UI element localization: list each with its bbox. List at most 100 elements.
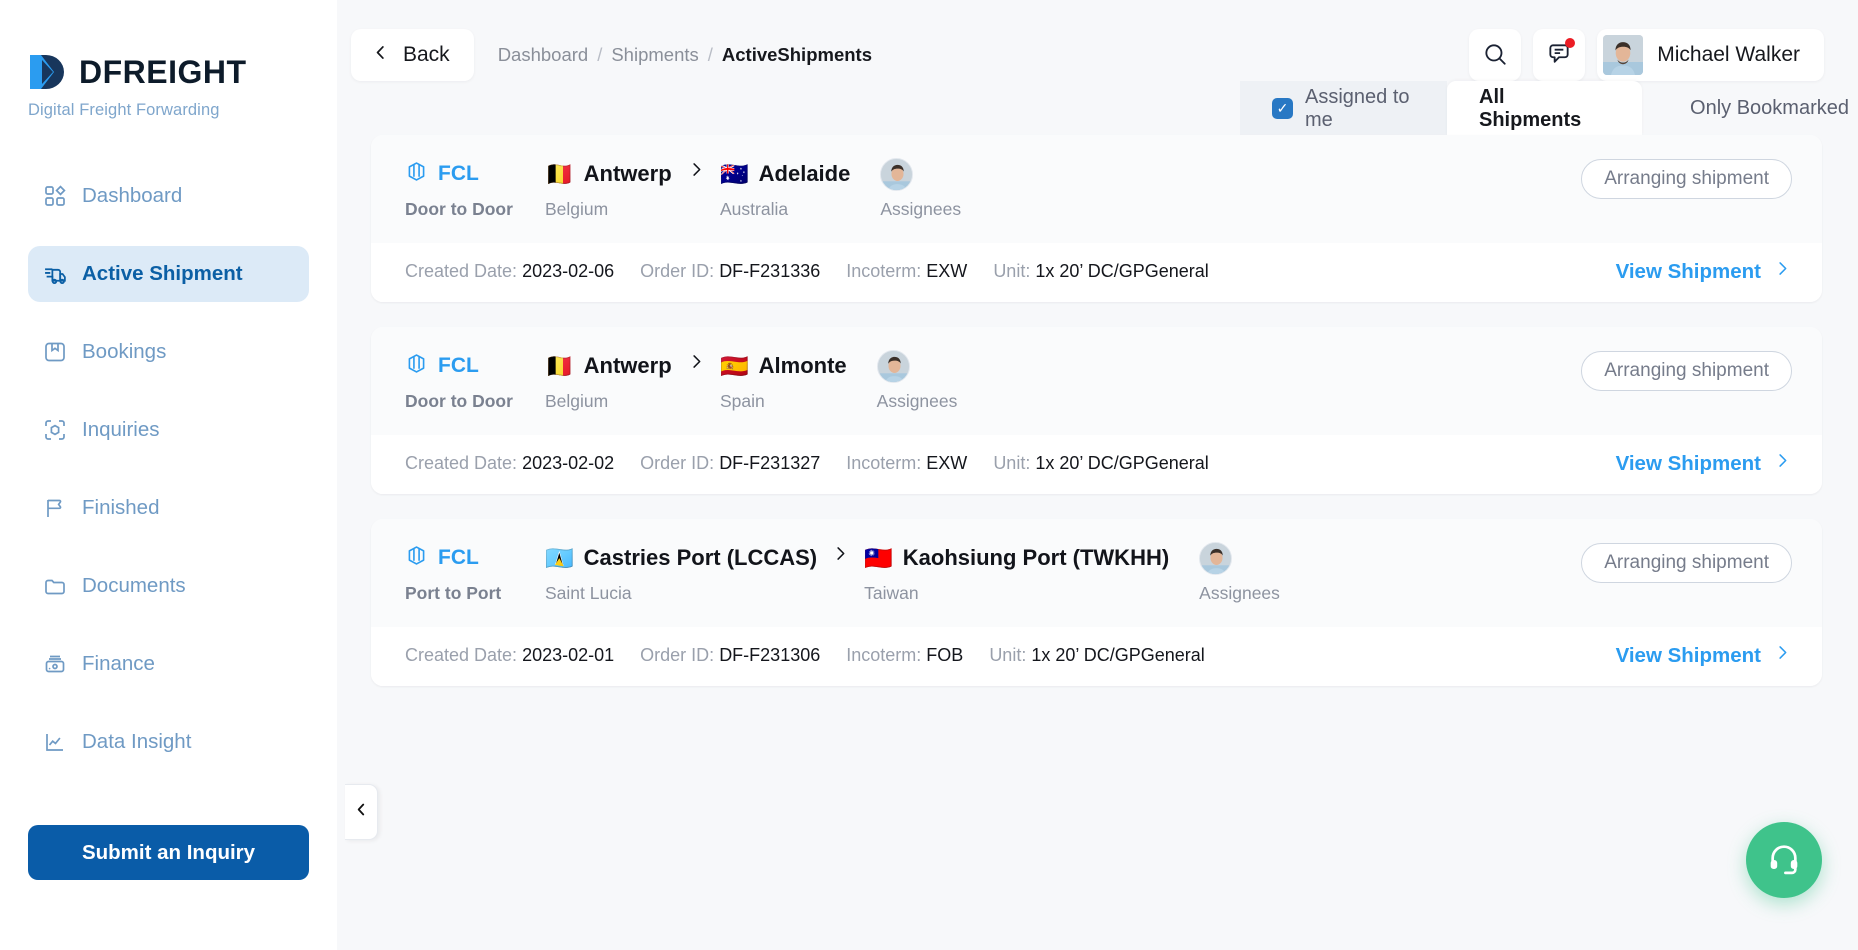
order-id-label: Order ID: [640, 645, 715, 665]
destination-city: Adelaide [758, 161, 851, 186]
shipment-mode-label: FCL [438, 546, 479, 569]
flag-icon [42, 495, 68, 521]
support-chat-button[interactable] [1746, 822, 1822, 898]
breadcrumb-item-shipments[interactable]: Shipments [611, 44, 698, 66]
order-id-value: DF-F231327 [719, 453, 821, 473]
origin-flag-icon: 🇧🇪 [545, 160, 574, 187]
shipment-destination: 🇹🇼 Kaohsiung Port (TWKHH) Taiwan [864, 543, 1169, 604]
tab-only-bookmarked[interactable]: Only Bookmarked [1642, 81, 1858, 136]
sidebar-item-inquiries[interactable]: Inquiries [28, 402, 309, 458]
unit-label: Unit: [993, 261, 1031, 281]
shipment-route: 🇱🇨 Castries Port (LCCAS) Saint Lucia 🇹🇼 … [545, 543, 1169, 604]
destination-country: Australia [720, 199, 789, 219]
incoterm-meta: Incoterm: EXW [846, 261, 967, 282]
shipment-card[interactable]: FCL Port to Port 🇱🇨 Castries Port (LCCAS… [371, 519, 1822, 686]
view-shipment-link[interactable]: View Shipment [1616, 643, 1792, 668]
shipment-service-type: Door to Door [405, 391, 513, 411]
sidebar-item-dashboard[interactable]: Dashboard [28, 168, 309, 224]
origin-flag-icon: 🇱🇨 [545, 544, 574, 571]
container-cube-icon [405, 352, 428, 380]
breadcrumb-item-dashboard[interactable]: Dashboard [498, 44, 589, 66]
shipment-summary: FCL Door to Door 🇧🇪 Antwerp Belgium [371, 135, 1822, 243]
truck-icon [42, 261, 68, 287]
shipment-mode: FCL Port to Port [405, 543, 545, 604]
cube-scan-icon [42, 417, 68, 443]
filter-assigned-to-me[interactable]: ✓ Assigned to me [1240, 81, 1447, 136]
main-content: Back Dashboard / Shipments / ActiveShipm… [337, 0, 1858, 950]
created-date-label: Created Date: [405, 645, 518, 665]
shipment-assignees[interactable]: Assignees [876, 349, 957, 412]
destination-city: Kaohsiung Port (TWKHH) [902, 545, 1170, 570]
view-shipment-label: View Shipment [1615, 259, 1761, 283]
shipment-card[interactable]: FCL Door to Door 🇧🇪 Antwerp Belgium [371, 135, 1822, 302]
sidebar-item-active-shipment[interactable]: Active Shipment [28, 246, 309, 302]
created-date-value: 2023-02-06 [522, 261, 615, 281]
origin-flag-icon: 🇧🇪 [545, 352, 574, 379]
assignees-label: Assignees [1199, 583, 1280, 603]
search-button[interactable] [1469, 29, 1522, 81]
sidebar-item-finished[interactable]: Finished [28, 480, 309, 536]
shipment-list: FCL Door to Door 🇧🇪 Antwerp Belgium 🇦🇺 A… [337, 135, 1858, 950]
unread-indicator-badge [1565, 38, 1576, 48]
user-menu[interactable]: Michael Walker [1597, 29, 1824, 81]
shipment-service-type: Port to Port [405, 583, 502, 603]
shipment-service-type: Door to Door [405, 199, 513, 219]
tab-all-shipments[interactable]: All Shipments [1447, 81, 1642, 136]
shipment-card[interactable]: FCL Door to Door 🇧🇪 Antwerp Belgium [371, 327, 1822, 494]
search-icon [1482, 41, 1508, 70]
shipment-route: 🇧🇪 Antwerp Belgium 🇪🇸 Almonte Spain [545, 351, 847, 412]
brand-logo[interactable]: DFREIGHT [28, 0, 309, 92]
folder-icon [42, 573, 68, 599]
line-chart-icon [42, 729, 68, 755]
messages-button[interactable] [1533, 29, 1586, 81]
destination-country: Taiwan [864, 583, 919, 603]
order-id-meta: Order ID: DF-F231336 [640, 261, 820, 282]
assignees-label: Assignees [880, 199, 962, 219]
dfreight-chevron-logo-icon [28, 52, 68, 92]
created-date-label: Created Date: [405, 453, 518, 473]
incoterm-meta: Incoterm: EXW [846, 453, 967, 474]
user-name: Michael Walker [1657, 43, 1800, 66]
unit-value: 1x 20’ DC/GPGeneral [1035, 453, 1209, 473]
breadcrumb-separator: / [597, 44, 603, 65]
headset-icon [1767, 841, 1801, 880]
unit-meta: Unit: 1x 20’ DC/GPGeneral [989, 645, 1204, 666]
view-shipment-link[interactable]: View Shipment [1616, 259, 1792, 284]
sidebar-nav: Dashboard Active Shipment Bookings Inqui… [28, 168, 309, 770]
back-button[interactable]: Back [351, 29, 474, 81]
brand-tagline: Digital Freight Forwarding [28, 101, 220, 119]
shipment-assignees[interactable]: Assignees [1199, 541, 1280, 604]
submit-inquiry-button[interactable]: Submit an Inquiry [28, 825, 309, 880]
breadcrumb-item-active-shipments: ActiveShipments [721, 44, 872, 65]
order-id-meta: Order ID: DF-F231327 [640, 453, 820, 474]
container-cube-icon [405, 544, 428, 572]
breadcrumb-separator: / [707, 44, 713, 65]
sidebar-item-bookings[interactable]: Bookings [28, 324, 309, 380]
sidebar-item-label: Active Shipment [82, 262, 243, 285]
shipment-assignees[interactable]: Assignees [880, 157, 962, 220]
unit-value: 1x 20’ DC/GPGeneral [1031, 645, 1205, 665]
shipment-origin: 🇧🇪 Antwerp Belgium [545, 351, 673, 412]
sidebar-collapse-button[interactable] [345, 784, 378, 840]
sidebar-item-finance[interactable]: Finance [28, 636, 309, 692]
sidebar-item-label: Finished [82, 496, 160, 519]
shipment-filter-tabs: ✓ Assigned to me All Shipments Only Book… [1240, 81, 1858, 136]
assigned-to-me-checkbox[interactable]: ✓ [1272, 98, 1293, 119]
view-shipment-link[interactable]: View Shipment [1616, 451, 1792, 476]
incoterm-value: EXW [926, 453, 968, 473]
shipment-meta-row: Created Date: 2023-02-01 Order ID: DF-F2… [371, 627, 1822, 686]
back-label: Back [403, 43, 450, 66]
sidebar-item-label: Bookings [82, 340, 167, 363]
assignee-avatar [880, 157, 914, 191]
destination-city: Almonte [758, 353, 847, 378]
shipment-mode-label: FCL [438, 354, 479, 377]
sidebar-item-data-insight[interactable]: Data Insight [28, 714, 309, 770]
order-id-label: Order ID: [640, 261, 715, 281]
shipment-summary: FCL Port to Port 🇱🇨 Castries Port (LCCAS… [371, 519, 1822, 627]
route-arrow-icon [817, 543, 864, 569]
sidebar-item-documents[interactable]: Documents [28, 558, 309, 614]
unit-meta: Unit: 1x 20’ DC/GPGeneral [993, 453, 1208, 474]
origin-country: Belgium [545, 199, 609, 219]
topbar-actions: Michael Walker [1469, 29, 1824, 81]
incoterm-value: EXW [926, 261, 968, 281]
